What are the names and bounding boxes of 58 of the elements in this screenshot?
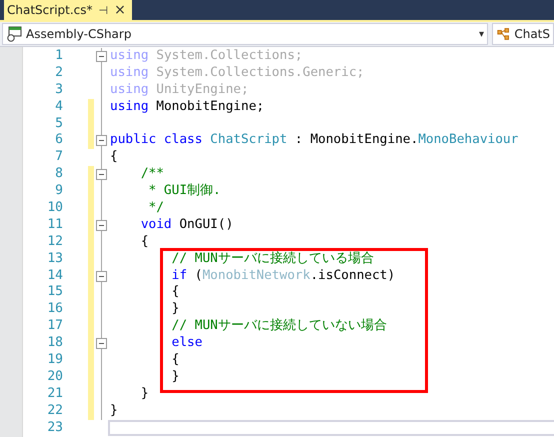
close-icon[interactable]: × <box>114 2 126 18</box>
line-number: 5 <box>54 116 63 132</box>
code-line: { <box>110 149 118 164</box>
code-line: void OnGUI() <box>140 216 234 232</box>
code-line: using UnityEngine; <box>110 82 249 97</box>
line-number: 15 <box>46 284 63 302</box>
code-line: } <box>170 368 180 384</box>
file-tab[interactable]: ChatScript.cs* ⊣ × <box>4 0 132 20</box>
code-line: } <box>110 402 118 418</box>
code-line: { <box>140 234 149 249</box>
line-number: 10 <box>46 200 63 217</box>
pin-icon[interactable]: ⊣ <box>98 4 108 16</box>
line-number: 13 <box>46 250 63 268</box>
line-number: 2 <box>54 64 63 82</box>
code-line: * GUI制御. <box>148 183 221 198</box>
code-line: { <box>170 284 180 300</box>
line-number: 18 <box>46 335 63 352</box>
project-icon <box>6 26 22 42</box>
line-number: 12 <box>46 234 63 251</box>
line-number: 14 <box>46 268 63 284</box>
code-line: if (MonobitNetwork.isConnect) <box>170 268 396 283</box>
line-number: 6 <box>54 132 63 150</box>
line-number: 20 <box>46 368 63 386</box>
class-dropdown[interactable]: ChatS <box>492 23 554 45</box>
code-line: { <box>170 352 180 368</box>
code-line: // MUNサーバに接続していない場合 <box>170 318 387 334</box>
code-line: } <box>140 386 149 401</box>
collapse-icon[interactable] <box>96 50 107 62</box>
line-number: 17 <box>46 318 63 336</box>
code-line: using System.Collections; <box>110 48 303 63</box>
collapse-icon[interactable] <box>96 135 107 146</box>
code-line: /** <box>140 166 164 182</box>
code-line: using MonobitEngine; <box>110 98 264 114</box>
line-number: 22 <box>46 402 63 420</box>
line-number: 23 <box>46 420 63 436</box>
collapse-icon[interactable] <box>96 338 107 350</box>
line-number: 21 <box>46 386 63 403</box>
tab-title: ChatScript.cs* <box>7 3 93 17</box>
code-line: */ <box>148 200 164 216</box>
line-number: 11 <box>46 216 63 234</box>
line-number: 8 <box>54 166 63 184</box>
line-number: 4 <box>54 98 63 116</box>
code-line: public class ChatScript : MonobitEngine.MonoBehaviour <box>110 132 518 148</box>
code-line: using System.Collections.Generic; <box>110 64 364 80</box>
line-number: 19 <box>46 352 63 369</box>
code-line: // MUNサーバに接続している場合 <box>170 250 374 266</box>
line-number: 3 <box>54 82 63 99</box>
collapse-icon[interactable] <box>96 220 107 231</box>
line-number: 7 <box>54 149 63 166</box>
line-number: 16 <box>46 301 63 318</box>
collapse-icon[interactable] <box>96 270 107 282</box>
line-number: 9 <box>54 183 63 200</box>
class-icon <box>496 27 510 41</box>
line-number: 1 <box>54 48 63 65</box>
code-line: } <box>170 301 180 316</box>
code-line: else <box>170 335 202 350</box>
collapse-icon[interactable] <box>96 169 107 180</box>
project-dropdown[interactable]: Assembly-CSharp ▾ <box>2 23 488 45</box>
